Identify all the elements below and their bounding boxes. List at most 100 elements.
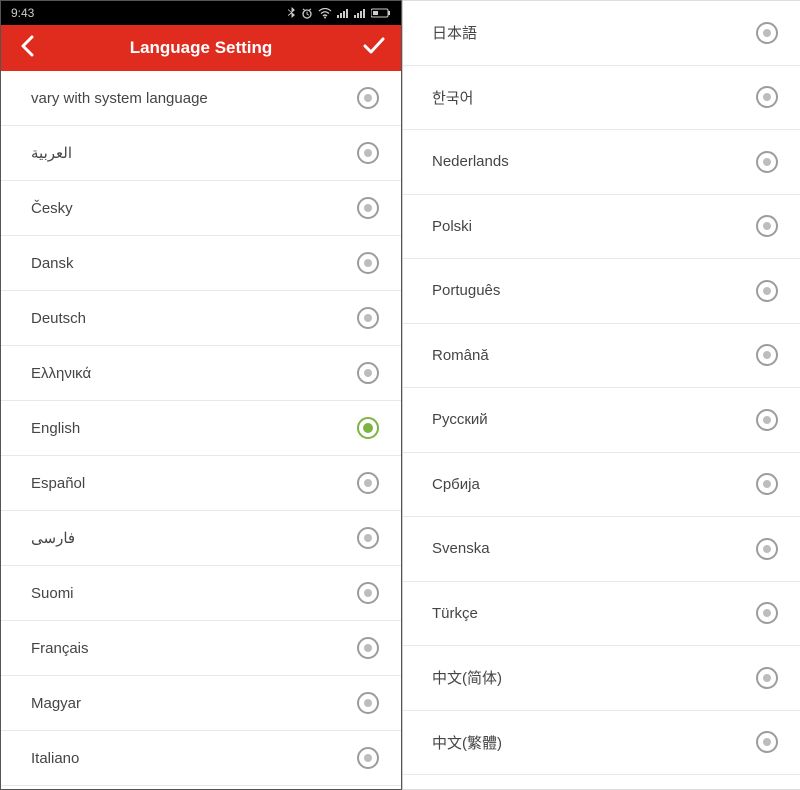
signal-icon (337, 8, 349, 18)
bluetooth-icon (287, 7, 296, 19)
radio-button[interactable] (756, 473, 778, 495)
language-row[interactable]: Ελληνικά (1, 346, 401, 401)
phone-screen-right: 日本語한국어NederlandsPolskiPortuguês Română Рус… (402, 0, 800, 790)
language-row[interactable]: Magyar (1, 676, 401, 731)
confirm-button[interactable] (359, 33, 389, 63)
radio-button[interactable] (756, 22, 778, 44)
radio-button[interactable] (357, 582, 379, 604)
app-header: Language Setting (1, 25, 401, 71)
radio-button[interactable] (357, 197, 379, 219)
radio-button[interactable] (357, 252, 379, 274)
radio-button[interactable] (357, 307, 379, 329)
radio-button[interactable] (357, 747, 379, 769)
language-label: Español (31, 475, 85, 492)
radio-dot-icon (363, 423, 373, 433)
status-icons (287, 7, 391, 19)
radio-dot-icon (763, 287, 771, 295)
language-row[interactable]: Русский (402, 388, 800, 453)
language-row[interactable]: vary with system language (1, 71, 401, 126)
radio-button[interactable] (357, 362, 379, 384)
language-label: Česky (31, 200, 73, 217)
radio-button[interactable] (756, 151, 778, 173)
radio-button[interactable] (357, 417, 379, 439)
language-row[interactable]: Deutsch (1, 291, 401, 346)
header-title: Language Setting (43, 38, 359, 58)
radio-dot-icon (763, 351, 771, 359)
language-label: Ελληνικά (31, 365, 91, 382)
radio-button[interactable] (756, 344, 778, 366)
language-row[interactable]: العربية (1, 126, 401, 181)
language-row[interactable]: Србија (402, 453, 800, 518)
language-label: Србија (432, 476, 480, 493)
check-icon (362, 36, 386, 61)
radio-dot-icon (763, 545, 771, 553)
language-row[interactable]: Română (402, 324, 800, 389)
radio-dot-icon (364, 314, 372, 322)
language-label: Magyar (31, 695, 81, 712)
back-button[interactable] (13, 33, 43, 63)
radio-button[interactable] (756, 409, 778, 431)
radio-button[interactable] (756, 602, 778, 624)
radio-dot-icon (763, 158, 771, 166)
language-row[interactable]: Nederlands (402, 130, 800, 195)
radio-button[interactable] (756, 538, 778, 560)
language-row[interactable]: فارسی (1, 511, 401, 566)
language-label: Dansk (31, 255, 74, 272)
radio-dot-icon (364, 534, 372, 542)
status-bar: 9:43 (1, 1, 401, 25)
chevron-left-icon (18, 35, 38, 62)
radio-button[interactable] (756, 86, 778, 108)
radio-button[interactable] (756, 280, 778, 302)
signal2-icon (354, 8, 366, 18)
language-row[interactable]: 中文(繁體) (402, 711, 800, 776)
language-row[interactable]: 日本語 (402, 1, 800, 66)
radio-dot-icon (364, 204, 372, 212)
language-label: Türkçe (432, 605, 478, 622)
radio-button[interactable] (357, 142, 379, 164)
radio-dot-icon (364, 644, 372, 652)
radio-dot-icon (763, 609, 771, 617)
language-label: 中文(繁體) (432, 732, 502, 753)
language-row[interactable]: Français (1, 621, 401, 676)
language-row[interactable]: Dansk (1, 236, 401, 291)
language-row[interactable]: Español (1, 456, 401, 511)
radio-button[interactable] (357, 637, 379, 659)
radio-dot-icon (364, 699, 372, 707)
radio-button[interactable] (357, 527, 379, 549)
language-label: Deutsch (31, 310, 86, 327)
radio-dot-icon (763, 738, 771, 746)
radio-dot-icon (364, 754, 372, 762)
radio-dot-icon (364, 589, 372, 597)
radio-button[interactable] (357, 87, 379, 109)
radio-dot-icon (364, 149, 372, 157)
language-label: فارسی (31, 529, 75, 547)
language-row[interactable]: Svenska (402, 517, 800, 582)
radio-dot-icon (364, 479, 372, 487)
radio-dot-icon (364, 369, 372, 377)
radio-dot-icon (364, 94, 372, 102)
phone-screen-left: 9:43 (0, 0, 402, 790)
radio-dot-icon (364, 259, 372, 267)
language-label: Italiano (31, 750, 79, 767)
language-label: Suomi (31, 585, 74, 602)
language-label: العربية (31, 144, 72, 162)
radio-dot-icon (763, 480, 771, 488)
alarm-icon (301, 7, 313, 19)
radio-button[interactable] (756, 731, 778, 753)
language-label: 中文(简体) (432, 667, 502, 688)
language-row[interactable]: Česky (1, 181, 401, 236)
radio-button[interactable] (756, 215, 778, 237)
language-row[interactable]: 한국어 (402, 66, 800, 131)
language-row[interactable]: Suomi (1, 566, 401, 621)
radio-button[interactable] (357, 692, 379, 714)
radio-button[interactable] (357, 472, 379, 494)
language-label: Русский (432, 411, 488, 428)
language-row[interactable]: Italiano (1, 731, 401, 786)
language-row[interactable]: Polski (402, 195, 800, 260)
language-label: Română (432, 347, 489, 364)
language-row[interactable]: English (1, 401, 401, 456)
language-row[interactable]: Türkçe (402, 582, 800, 647)
radio-button[interactable] (756, 667, 778, 689)
language-row[interactable]: Português (402, 259, 800, 324)
language-row[interactable]: 中文(简体) (402, 646, 800, 711)
